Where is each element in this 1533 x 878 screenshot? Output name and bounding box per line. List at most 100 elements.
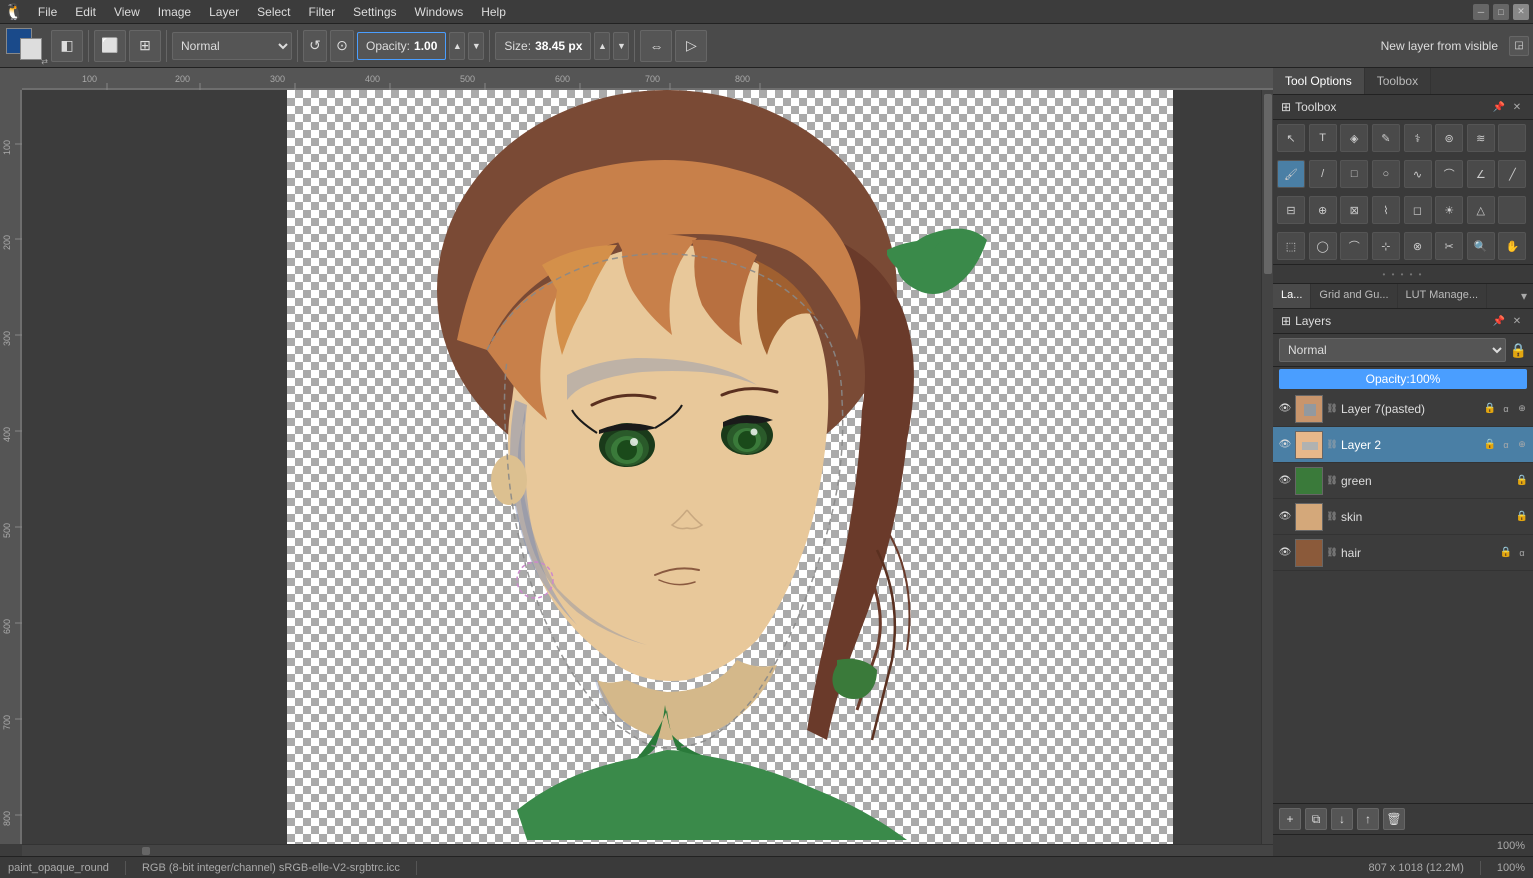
menu-edit[interactable]: Edit	[67, 3, 104, 21]
toolbox-close-btn[interactable]: ✕	[1509, 99, 1525, 115]
layer-2-visibility[interactable]: 👁	[1277, 437, 1293, 453]
tool-eraser-btn[interactable]: ⬜	[94, 30, 126, 62]
opacity-increase[interactable]: ▼	[468, 32, 484, 60]
tool-fuzzy-sel[interactable]: ⊹	[1372, 232, 1400, 260]
menu-select[interactable]: Select	[249, 3, 298, 21]
tool-smudge[interactable]: ≋	[1467, 124, 1495, 152]
tool-pencil[interactable]: /	[1309, 160, 1337, 188]
menu-filter[interactable]: Filter	[301, 3, 344, 21]
layer-2-alpha[interactable]: α	[1499, 438, 1513, 452]
tool-ell-sel[interactable]: ◯	[1309, 232, 1337, 260]
menu-help[interactable]: Help	[473, 3, 514, 21]
tool-zoom[interactable]: 🔍	[1467, 232, 1495, 260]
menu-image[interactable]: Image	[150, 3, 199, 21]
tab-layers[interactable]: La...	[1273, 284, 1311, 308]
tool-rect[interactable]: □	[1340, 160, 1368, 188]
menu-file[interactable]: File	[30, 3, 65, 21]
tool-dodge[interactable]: ☀	[1435, 196, 1463, 224]
opacity-decrease[interactable]: ▲	[449, 32, 465, 60]
tool-scale-btn[interactable]: ⊞	[129, 30, 161, 62]
os-minimize[interactable]: ─	[1473, 4, 1489, 20]
flip-h-btn[interactable]: ⇔	[640, 30, 672, 62]
tool-ellipse[interactable]: ○	[1372, 160, 1400, 188]
layers-blend-mode[interactable]: Normal	[1279, 338, 1506, 362]
tab-toolbox[interactable]: Toolbox	[1365, 68, 1431, 94]
os-maximize[interactable]: □	[1493, 4, 1509, 20]
tool-paintbrush[interactable]: 🖌	[1277, 160, 1305, 188]
canvas-viewport[interactable]	[22, 90, 1273, 844]
tool-color-picker[interactable]: ◈	[1340, 124, 1368, 152]
layer-row-2[interactable]: 👁 ⛓ Layer 2 🔒 α ⊕	[1273, 427, 1533, 463]
layer-hair-lock[interactable]: 🔒	[1499, 546, 1513, 560]
tab-tool-options[interactable]: Tool Options	[1273, 68, 1365, 94]
size-decrease[interactable]: ▲	[594, 32, 610, 60]
tool-text[interactable]: T	[1309, 124, 1337, 152]
toolbox-pin-btn[interactable]: 📌	[1491, 99, 1507, 115]
layer-row-skin[interactable]: 👁 ⛓ skin 🔒	[1273, 499, 1533, 535]
layer-row-7[interactable]: 👁 ⛓ Layer 7(pasted) 🔒 α ⊕	[1273, 391, 1533, 427]
tool-cage[interactable]: ⊠	[1340, 196, 1368, 224]
tool-pointer[interactable]: ↖	[1277, 124, 1305, 152]
tab-more-btn[interactable]: ▾	[1515, 284, 1533, 308]
menu-settings[interactable]: Settings	[345, 3, 404, 21]
tool-clone[interactable]: ⊚	[1435, 124, 1463, 152]
tool-eraser-t[interactable]: ◻	[1404, 196, 1432, 224]
tool-measure[interactable]: △	[1467, 196, 1495, 224]
tool-angle[interactable]: ∠	[1467, 160, 1495, 188]
blend-mode-select[interactable]: Normal	[172, 32, 292, 60]
tool-paint[interactable]: ✎	[1372, 124, 1400, 152]
horizontal-scrollbar[interactable]	[22, 844, 1273, 856]
menu-windows[interactable]: Windows	[407, 3, 472, 21]
layer-7-alpha[interactable]: α	[1499, 402, 1513, 416]
layer-7-visibility[interactable]: 👁	[1277, 401, 1293, 417]
tool-scissors[interactable]: ✂	[1435, 232, 1463, 260]
layer-row-green[interactable]: 👁 ⛓ green 🔒	[1273, 463, 1533, 499]
restore-colors-btn[interactable]: ◧	[51, 30, 83, 62]
raise-layer-btn[interactable]: ↑	[1357, 808, 1379, 830]
tool-bezier[interactable]: ⌒	[1435, 160, 1463, 188]
layers-lock-icon[interactable]: 🔒	[1510, 342, 1527, 359]
lower-layer-btn[interactable]: ↓	[1331, 808, 1353, 830]
flip-v-btn[interactable]: ▷	[675, 30, 707, 62]
tab-grid-guides[interactable]: Grid and Gu...	[1311, 284, 1397, 308]
tool-transform[interactable]: ⊟	[1277, 196, 1305, 224]
menu-layer[interactable]: Layer	[201, 3, 247, 21]
vertical-scrollbar[interactable]	[1261, 90, 1273, 844]
add-layer-btn[interactable]: +	[1279, 808, 1301, 830]
tool-heal[interactable]: ⚕	[1404, 124, 1432, 152]
layer-7-extra[interactable]: ⊕	[1515, 402, 1529, 416]
tool-hand[interactable]: ✋	[1498, 232, 1526, 260]
tool-rect-sel[interactable]: ⬚	[1277, 232, 1305, 260]
layers-pin-btn[interactable]: 📌	[1491, 313, 1507, 329]
panels-resize-handle[interactable]: • • • • •	[1273, 264, 1533, 284]
vertical-scroll-thumb[interactable]	[1264, 94, 1272, 274]
delete-layer-btn[interactable]: 🗑	[1383, 808, 1405, 830]
layer-hair-visibility[interactable]: 👁	[1277, 545, 1293, 561]
tool-free[interactable]: ∿	[1404, 160, 1432, 188]
tab-lut-manager[interactable]: LUT Manage...	[1398, 284, 1488, 308]
background-color[interactable]	[20, 38, 42, 60]
layer-row-hair[interactable]: 👁 ⛓ hair 🔒 α	[1273, 535, 1533, 571]
layer-hair-alpha[interactable]: α	[1515, 546, 1529, 560]
layer-skin-lock[interactable]: 🔒	[1515, 510, 1529, 524]
duplicate-layer-btn[interactable]: ⧉	[1305, 808, 1327, 830]
reset-btn[interactable]: ↺	[303, 30, 327, 62]
os-close[interactable]: ✕	[1513, 4, 1529, 20]
tool-warp[interactable]: ⌇	[1372, 196, 1400, 224]
swap-colors-icon[interactable]: ⇄	[41, 57, 48, 66]
layer-2-extra[interactable]: ⊕	[1515, 438, 1529, 452]
menu-view[interactable]: View	[106, 3, 148, 21]
panel-expand-btn[interactable]: ◲	[1509, 36, 1529, 56]
h-scroll-thumb[interactable]	[142, 847, 150, 855]
tool-align[interactable]: ⊕	[1309, 196, 1337, 224]
layer-skin-visibility[interactable]: 👁	[1277, 509, 1293, 525]
tool-line[interactable]: ╱	[1498, 160, 1526, 188]
layer-2-lock[interactable]: 🔒	[1483, 438, 1497, 452]
layer-green-visibility[interactable]: 👁	[1277, 473, 1293, 489]
layer-7-lock[interactable]: 🔒	[1483, 402, 1497, 416]
size-increase[interactable]: ▼	[613, 32, 629, 60]
layers-opacity-bar[interactable]: Opacity: 100%	[1279, 369, 1527, 389]
layers-close-btn[interactable]: ✕	[1509, 313, 1525, 329]
layer-green-lock[interactable]: 🔒	[1515, 474, 1529, 488]
tool-sel-by-color[interactable]: ⊗	[1404, 232, 1432, 260]
